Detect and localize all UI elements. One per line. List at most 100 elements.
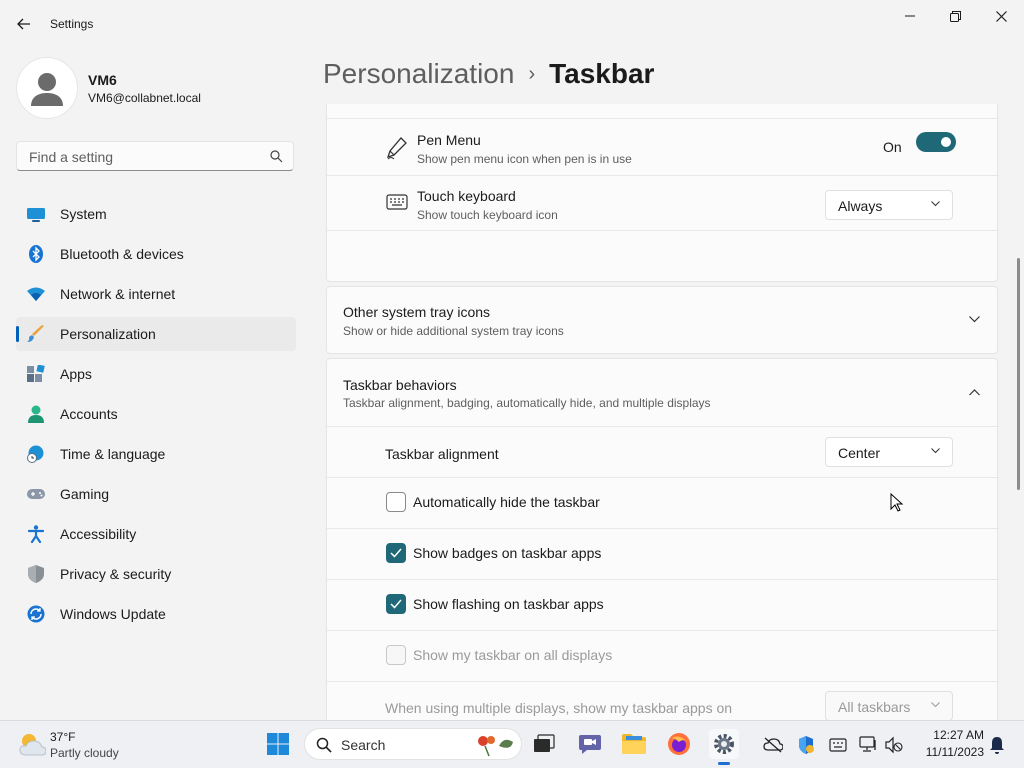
clock[interactable]: 12:27 AM 11/11/2023: [912, 728, 984, 759]
chevron-up-icon: [969, 389, 980, 396]
onedrive-tray[interactable]: [763, 735, 783, 755]
weather-condition: Partly cloudy: [50, 746, 119, 760]
chat-button[interactable]: [577, 731, 603, 757]
all-displays-label: Show my taskbar on all displays: [413, 647, 613, 663]
taskbar-alignment-label: Taskbar alignment: [385, 446, 499, 462]
other-tray-icons-expander[interactable]: Other system tray icons Show or hide add…: [326, 286, 998, 354]
volume-tray[interactable]: [884, 735, 904, 755]
windows-taskbar: 37°F Partly cloudy Search 12:27 AM 11/11…: [0, 720, 1024, 768]
pen-menu-state-label: On: [883, 139, 902, 155]
row-separator: [327, 175, 999, 176]
file-explorer-button[interactable]: [621, 731, 647, 757]
content-scrollbar[interactable]: [1017, 258, 1020, 490]
sidebar-item-accessibility[interactable]: Accessibility: [16, 517, 296, 551]
chevron-down-icon: [931, 201, 940, 207]
taskbar-behaviors-header[interactable]: Taskbar behaviors Taskbar alignment, bad…: [327, 359, 999, 426]
partly-cloudy-icon: [19, 734, 46, 756]
clock-time: 12:27 AM: [933, 728, 984, 742]
dropdown-value: All taskbars: [838, 699, 911, 715]
weather-temp: 37°F: [50, 730, 76, 744]
sidebar-item-time-language[interactable]: Time & language: [16, 437, 296, 471]
sidebar-item-windows-update[interactable]: Windows Update: [16, 597, 296, 631]
sidebar-item-label: Accounts: [60, 406, 118, 422]
close-button[interactable]: [978, 4, 1024, 28]
taskbar-search[interactable]: Search: [304, 728, 522, 760]
update-icon: [27, 605, 45, 623]
sidebar-item-label: Apps: [60, 366, 92, 382]
sidebar-item-bluetooth[interactable]: Bluetooth & devices: [16, 237, 296, 271]
row-separator: [327, 528, 999, 529]
touch-keyboard-dropdown[interactable]: Always: [825, 190, 953, 220]
multi-display-label: When using multiple displays, show my ta…: [385, 700, 733, 716]
close-icon: [995, 10, 1007, 22]
taskbar-alignment-dropdown[interactable]: Center: [825, 437, 953, 467]
page-title: Taskbar: [549, 58, 655, 89]
network-tray[interactable]: [859, 735, 879, 755]
task-view-button[interactable]: [531, 731, 557, 757]
taskbar-corner-icons-card: Pen Menu Show pen menu icon when pen is …: [326, 104, 999, 282]
windows-logo-icon: [267, 733, 289, 755]
avatar[interactable]: [16, 57, 78, 119]
checkmark-icon: [390, 599, 402, 609]
accounts-icon: [28, 405, 44, 423]
keyboard-icon: [386, 194, 408, 210]
show-badges-checkbox[interactable]: [386, 543, 406, 563]
minimize-icon: [905, 15, 915, 17]
taskbar-search-label: Search: [341, 737, 386, 753]
sidebar-item-label: Time & language: [60, 446, 166, 462]
breadcrumb-separator: ›: [528, 63, 536, 85]
accessibility-icon: [27, 525, 45, 543]
breadcrumb-parent[interactable]: Personalization: [323, 58, 514, 89]
monitor-icon: [27, 208, 45, 222]
checkmark-icon: [390, 548, 402, 558]
apps-icon: [27, 365, 45, 382]
all-displays-checkbox[interactable]: [386, 645, 406, 665]
sidebar-item-label: Personalization: [60, 326, 156, 342]
chevron-down-icon: [931, 702, 940, 708]
firefox-button[interactable]: [666, 731, 692, 757]
notifications-tray[interactable]: [987, 735, 1007, 755]
show-flashing-label: Show flashing on taskbar apps: [413, 596, 604, 612]
search-icon: [270, 150, 283, 163]
behaviors-subtitle: Taskbar alignment, badging, automaticall…: [343, 396, 711, 410]
sidebar-item-accounts[interactable]: Accounts: [16, 397, 296, 431]
user-silhouette-icon: [31, 73, 63, 106]
folder-icon: [622, 734, 646, 754]
row-separator: [327, 579, 999, 580]
sidebar-item-label: Accessibility: [60, 526, 137, 542]
auto-hide-checkbox[interactable]: [386, 492, 406, 512]
gamepad-icon: [27, 489, 45, 499]
sidebar-item-network[interactable]: Network & internet: [16, 277, 296, 311]
search-input[interactable]: [27, 148, 261, 166]
sidebar-item-apps[interactable]: Apps: [16, 357, 296, 391]
show-flashing-checkbox[interactable]: [386, 594, 406, 614]
sidebar-item-personalization[interactable]: Personalization: [16, 317, 296, 351]
start-button[interactable]: [265, 731, 291, 757]
other-tray-title: Other system tray icons: [343, 304, 491, 320]
settings-search-box[interactable]: [16, 141, 294, 171]
maximize-button[interactable]: [932, 4, 978, 28]
chat-icon: [579, 735, 601, 754]
keyboard-tray[interactable]: [828, 735, 848, 755]
sidebar-item-privacy[interactable]: Privacy & security: [16, 557, 296, 591]
globe-clock-icon: [27, 445, 44, 463]
restore-icon: [949, 10, 961, 22]
sidebar-item-system[interactable]: System: [16, 197, 296, 231]
breadcrumb: Personalization › Taskbar: [323, 58, 654, 90]
weather-widget[interactable]: 37°F Partly cloudy: [14, 729, 144, 763]
security-tray[interactable]: [796, 735, 816, 755]
pen-menu-toggle[interactable]: [916, 132, 956, 152]
pen-menu-title: Pen Menu: [417, 132, 481, 148]
multi-display-dropdown[interactable]: All taskbars: [825, 691, 953, 720]
back-button[interactable]: [10, 10, 38, 38]
row-separator: [327, 477, 999, 478]
settings-taskbar-button[interactable]: [709, 729, 739, 765]
minimize-button[interactable]: [887, 4, 933, 28]
sidebar-item-gaming[interactable]: Gaming: [16, 477, 296, 511]
sidebar-item-label: Gaming: [60, 486, 110, 502]
dropdown-value: Always: [838, 198, 883, 214]
speaker-muted-icon: [885, 736, 903, 754]
taskbar-behaviors-card: Taskbar behaviors Taskbar alignment, bad…: [326, 358, 999, 720]
wifi-icon: [27, 287, 45, 301]
show-badges-label: Show badges on taskbar apps: [413, 545, 602, 561]
